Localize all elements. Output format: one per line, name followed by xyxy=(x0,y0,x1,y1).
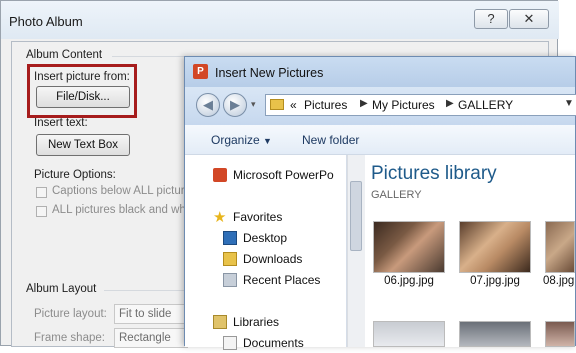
nav-item-downloads[interactable]: Downloads xyxy=(185,249,347,269)
new-folder-button[interactable]: New folder xyxy=(302,133,359,147)
powerpoint-icon xyxy=(213,168,227,182)
photo-album-title: Photo Album xyxy=(9,14,83,29)
downloads-icon xyxy=(223,252,237,266)
nav-item-libraries[interactable]: Libraries xyxy=(185,312,347,332)
photo-thumbnail[interactable] xyxy=(373,221,445,273)
photo-album-titlebar: Photo Album ? ✕ xyxy=(1,1,559,39)
scrollbar-thumb[interactable] xyxy=(350,181,362,251)
insert-text-label: Insert text: xyxy=(34,117,88,129)
picture-options-label: Picture Options: xyxy=(34,169,116,181)
new-text-box-button[interactable]: New Text Box xyxy=(36,134,130,156)
nav-item-favorites[interactable]: ★ Favorites xyxy=(185,207,347,227)
picture-layout-select[interactable]: Fit to slide xyxy=(114,304,188,324)
command-toolbar: Organize ▼ New folder xyxy=(185,125,575,155)
album-content-heading: Album Content xyxy=(26,49,103,61)
organize-button[interactable]: Organize ▼ xyxy=(211,133,272,147)
captions-below-label: Captions below ALL pictures xyxy=(52,185,197,197)
insert-new-pictures-dialog: P Insert New Pictures ◀ ▶ ▾ « Pictures ▶… xyxy=(184,56,576,350)
thumbnail-label[interactable]: 08.jpg xyxy=(543,275,576,287)
library-subtitle: GALLERY xyxy=(371,189,422,201)
highlight-box xyxy=(27,64,137,118)
file-list-pane: Pictures library GALLERY 06.jpg.jpg 07.j… xyxy=(365,155,575,347)
folder-icon xyxy=(270,99,284,110)
powerpoint-app-icon: P xyxy=(193,64,208,79)
black-and-white-checkbox[interactable] xyxy=(36,206,47,217)
breadcrumb-pictures[interactable]: Pictures xyxy=(304,98,347,112)
insert-pictures-titlebar: P Insert New Pictures xyxy=(185,57,575,87)
breadcrumb-my-pictures[interactable]: My Pictures xyxy=(372,98,435,112)
help-button[interactable]: ? xyxy=(474,9,508,29)
photo-thumbnail[interactable] xyxy=(459,321,531,347)
picture-layout-label: Picture layout: xyxy=(34,308,107,320)
recent-locations-chevron-icon[interactable]: ▾ xyxy=(251,99,256,110)
address-bar[interactable]: « Pictures ▶ My Pictures ▶ GALLERY ▼ xyxy=(265,94,576,116)
breadcrumb-gallery[interactable]: GALLERY xyxy=(458,98,513,112)
nav-item-recent-places[interactable]: Recent Places xyxy=(185,270,347,290)
navigation-bar: ◀ ▶ ▾ « Pictures ▶ My Pictures ▶ GALLERY… xyxy=(185,87,576,125)
nav-pane-scrollbar[interactable] xyxy=(347,155,365,347)
thumbnail-label[interactable]: 07.jpg.jpg xyxy=(459,275,531,287)
thumbnail-label[interactable]: 06.jpg.jpg xyxy=(373,275,445,287)
library-title: Pictures library xyxy=(371,163,497,184)
captions-below-checkbox[interactable] xyxy=(36,187,47,198)
photo-thumbnail[interactable] xyxy=(545,221,575,273)
address-dropdown-icon[interactable]: ▼ xyxy=(564,98,574,109)
breadcrumb-arrow-icon[interactable]: ▶ xyxy=(360,98,368,109)
libraries-icon xyxy=(213,315,227,329)
photo-thumbnail[interactable] xyxy=(373,321,445,347)
back-arrow-icon[interactable]: ◀ xyxy=(196,93,220,117)
breadcrumb-arrow-icon[interactable]: ▶ xyxy=(446,98,454,109)
recent-places-icon xyxy=(223,273,237,287)
desktop-icon xyxy=(223,231,237,245)
nav-item-documents[interactable]: Documents xyxy=(185,333,347,353)
black-and-white-label: ALL pictures black and white xyxy=(52,204,198,216)
forward-arrow-icon[interactable]: ▶ xyxy=(223,93,247,117)
documents-icon xyxy=(223,336,237,350)
star-icon: ★ xyxy=(213,209,227,226)
breadcrumb-overflow[interactable]: « xyxy=(290,98,297,112)
photo-thumbnail[interactable] xyxy=(459,221,531,273)
nav-item-desktop[interactable]: Desktop xyxy=(185,228,347,248)
close-button[interactable]: ✕ xyxy=(509,9,549,29)
insert-pictures-title: Insert New Pictures xyxy=(215,66,324,80)
photo-thumbnail[interactable] xyxy=(545,321,575,347)
frame-shape-select[interactable]: Rectangle xyxy=(114,328,188,348)
frame-shape-label: Frame shape: xyxy=(34,332,105,344)
navigation-pane: Microsoft PowerPo ★ Favorites Desktop Do… xyxy=(185,155,347,350)
chevron-down-icon: ▼ xyxy=(263,136,272,146)
nav-item-powerpoint[interactable]: Microsoft PowerPo xyxy=(185,165,347,185)
album-layout-heading: Album Layout xyxy=(26,283,97,295)
